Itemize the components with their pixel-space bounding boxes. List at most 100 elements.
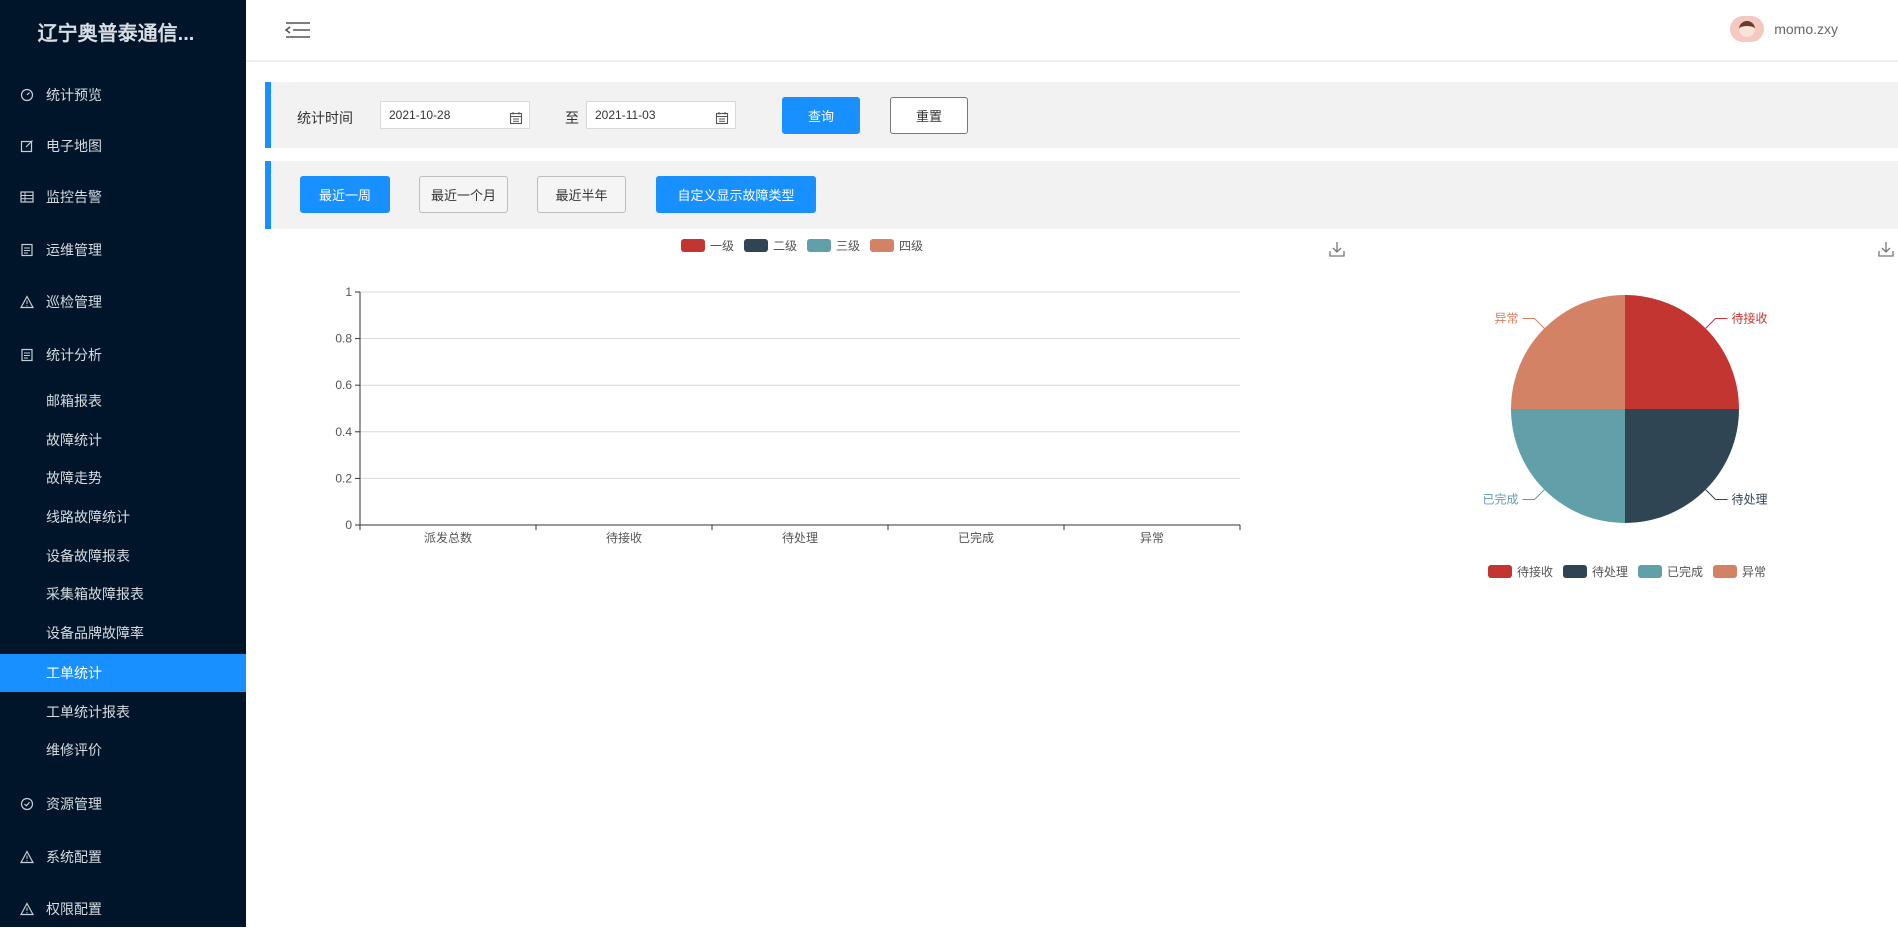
legend-swatch-pending-process [1563,565,1588,578]
nav-label: 电子地图 [46,138,102,154]
query-button[interactable]: 查询 [782,97,860,134]
pie-slice [1511,295,1625,409]
dashboard-icon [20,88,34,102]
legend-item[interactable]: 四级 [870,237,923,254]
legend-swatch-completed [1638,565,1663,578]
nav-resource[interactable]: 资源管理 [0,785,246,823]
y-tick-label: 0.8 [335,332,352,346]
sub-item-fault-trend[interactable]: 故障走势 [0,459,246,497]
legend-item[interactable]: 待接收 [1488,563,1553,580]
sub-item-fault-stats[interactable]: 故障统计 [0,421,246,459]
pie-slice [1511,409,1625,523]
pie-slice [1625,295,1739,409]
last-week-button[interactable]: 最近一周 [300,176,390,213]
legend-label: 已完成 [1667,565,1704,579]
nav-label: 统计分析 [46,347,102,363]
nav-analysis[interactable]: 统计分析 [0,336,246,374]
legend-swatch-level4 [870,239,895,252]
calendar-icon[interactable] [715,108,729,125]
pie-label: 已完成 [1482,492,1518,507]
legend-swatch-level3 [807,239,832,252]
nav-patrol[interactable]: 巡检管理 [0,283,246,321]
legend-swatch-pending-accept [1488,565,1512,578]
legend-swatch-abnormal [1713,565,1738,578]
menu-fold-icon[interactable] [284,20,312,40]
quick-range-panel: 最近一周 最近一个月 最近半年 自定义显示故障类型 [265,161,1898,229]
calendar-icon[interactable] [509,108,523,125]
nav-ops[interactable]: 运维管理 [0,231,246,269]
nav-system[interactable]: 系统配置 [0,838,246,876]
legend-item[interactable]: 待处理 [1563,563,1628,580]
top-header: momo.zxy [246,0,1898,62]
y-tick-label: 0.6 [335,378,352,392]
legend-item[interactable]: 三级 [807,237,860,254]
work-order-pie-chart: 待接收待处理 已完成 异常 [1482,295,1768,523]
check-circle-icon [20,797,34,811]
pie-label: 待处理 [1732,493,1768,507]
legend-swatch-level1 [681,239,705,252]
custom-fault-type-button[interactable]: 自定义显示故障类型 [656,176,816,213]
legend-item[interactable]: 二级 [744,237,797,254]
legend-label: 一级 [710,239,735,253]
nav-label: 统计预览 [46,87,102,103]
legend-label: 待处理 [1592,565,1629,579]
sub-item-work-order-report[interactable]: 工单统计报表 [0,693,246,731]
nav-label: 运维管理 [46,242,102,258]
table-icon [20,190,34,204]
range-separator: 至 [565,110,579,126]
y-tick-label: 0 [345,518,352,532]
user-menu[interactable]: momo.zxy [1730,16,1838,42]
x-tick-label: 已完成 [958,530,994,545]
end-date-input[interactable]: 2021-11-03 [586,101,736,129]
brand-title: 辽宁奥普泰通信... [37,23,195,45]
work-order-bar-chart: 0 0.2 0.4 0.6 0.8 1 派发总数 待接收 待处理 已完成 异常 [335,285,1241,545]
y-tick-label: 0.4 [335,425,352,439]
nav-stats-preview[interactable]: 统计预览 [0,76,246,114]
pie-label: 待接收 [1732,310,1768,325]
pie-chart-legend: 待接收 待处理 已完成 异常 [1488,563,1766,580]
nav-label: 监控告警 [46,189,102,205]
sub-item-repair-eval[interactable]: 维修评价 [0,731,246,769]
sub-item-work-order[interactable]: 工单统计 [0,654,246,692]
start-date-input[interactable]: 2021-10-28 [380,101,530,129]
bar-chart-legend: 一级 二级 三级 四级 [681,237,923,254]
warning-icon [20,850,34,864]
legend-label: 二级 [773,239,798,253]
sub-item-line-fault[interactable]: 线路故障统计 [0,498,246,536]
legend-label: 三级 [836,239,861,253]
sub-item-box-fault[interactable]: 采集箱故障报表 [0,575,246,613]
last-half-year-button[interactable]: 最近半年 [537,176,626,213]
last-month-button[interactable]: 最近一个月 [419,176,508,213]
document-icon [20,243,34,257]
end-date-value: 2021-11-03 [595,108,656,122]
y-tick-label: 0.2 [335,471,352,485]
nav-monitor-alarm[interactable]: 监控告警 [0,178,246,216]
pie-label-line [1705,489,1728,501]
start-date-value: 2021-10-28 [389,108,451,122]
x-tick-label: 派发总数 [424,530,472,545]
legend-swatch-level2 [744,239,769,252]
legend-item[interactable]: 一级 [681,237,734,254]
filter-panel: 统计时间 2021-10-28 至 2021-11-03 查询 重置 [265,82,1898,148]
nav-label: 系统配置 [46,849,102,865]
sub-item-brand-fault[interactable]: 设备品牌故障率 [0,614,246,652]
warning-icon [20,902,34,916]
nav-label: 巡检管理 [46,294,102,310]
x-tick-label: 异常 [1140,531,1164,545]
nav-emap[interactable]: 电子地图 [0,127,246,165]
avatar [1730,16,1765,42]
legend-item[interactable]: 已完成 [1638,563,1703,580]
sub-item-mail-report[interactable]: 邮箱报表 [0,382,246,420]
time-label: 统计时间 [297,110,353,126]
download-icon[interactable] [1328,240,1346,258]
sidebar: 辽宁奥普泰通信... 统计预览 电子地图 监控告警 运维管理 巡检管理 统计分析… [0,0,246,927]
nav-label: 资源管理 [46,796,102,812]
nav-permission[interactable]: 权限配置 [0,890,246,928]
legend-label: 四级 [899,239,924,253]
warning-icon [20,295,34,309]
legend-item[interactable]: 异常 [1713,563,1766,580]
download-icon[interactable] [1877,240,1895,258]
sub-item-device-fault[interactable]: 设备故障报表 [0,537,246,575]
y-tick-label: 1 [345,285,352,299]
reset-button[interactable]: 重置 [890,97,968,134]
